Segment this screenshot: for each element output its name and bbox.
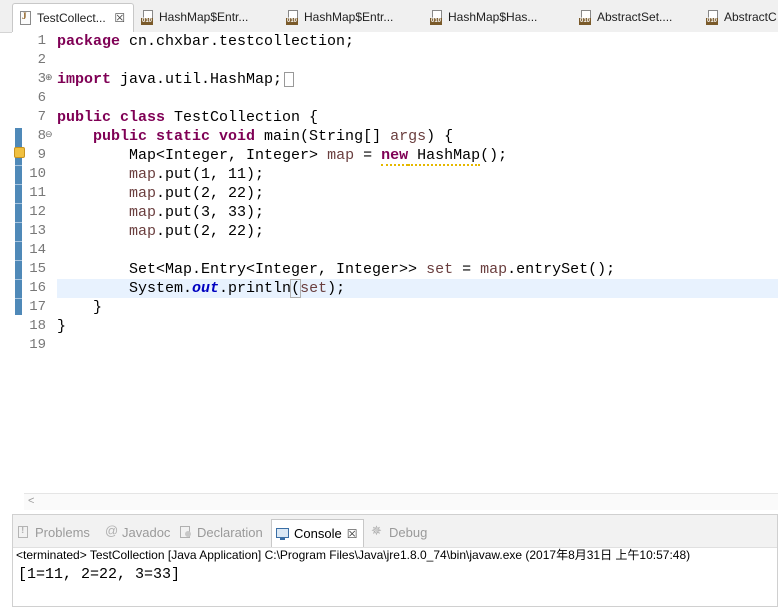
tab-testcollection[interactable]: TestCollect... ☒ <box>12 3 134 32</box>
editor-tab-bar: TestCollect... ☒ HashMap$Entr... HashMap… <box>0 0 778 33</box>
tab-problems[interactable]: Problems <box>17 523 90 541</box>
tab-label: TestCollect... <box>37 11 106 25</box>
tab-console[interactable]: Console ☒ <box>271 519 365 547</box>
code-line: package cn.chxbar.testcollection; <box>57 33 355 50</box>
class-file-icon <box>141 9 155 25</box>
tab-hashmap-hash[interactable]: HashMap$Has... <box>430 6 537 28</box>
horizontal-scrollbar[interactable]: < <box>24 493 778 510</box>
current-code-line: System.out.println(set); <box>57 279 778 298</box>
class-file-icon <box>706 9 720 25</box>
java-file-icon <box>20 11 31 25</box>
line-number: 12 <box>29 204 46 220</box>
tab-label: HashMap$Entr... <box>304 10 394 24</box>
tab-label: HashMap$Entr... <box>159 10 249 24</box>
code-line: Map<Integer, Integer> map = new HashMap(… <box>129 147 508 166</box>
javadoc-icon <box>104 523 118 539</box>
code-area[interactable]: package cn.chxbar.testcollection; import… <box>57 32 778 355</box>
tab-javadoc[interactable]: Javadoc <box>104 523 170 541</box>
code-line: } <box>57 318 67 335</box>
code-line: map.put(2, 22); <box>129 185 265 202</box>
tab-label: AbstractSet.... <box>597 10 673 24</box>
close-console-icon[interactable]: ☒ <box>347 527 358 541</box>
line-number: 15 <box>29 261 46 277</box>
expand-fold-icon[interactable]: ⊕ <box>45 73 53 82</box>
line-number: 16 <box>29 280 46 296</box>
warning-icon[interactable] <box>14 147 25 158</box>
code-line: map.put(1, 11); <box>129 166 265 183</box>
class-file-icon <box>430 9 444 25</box>
code-line: Set<Map.Entry<Integer, Integer>> set = m… <box>129 261 616 278</box>
tab-hashmap-entry-1[interactable]: HashMap$Entr... <box>141 6 248 28</box>
class-file-icon <box>579 9 593 25</box>
line-number: 2 <box>37 52 46 68</box>
tab-abstractset[interactable]: AbstractSet.... <box>579 6 672 28</box>
panel-tab-bar: Problems Javadoc Declaration Console ☒ D… <box>13 515 777 548</box>
close-tab-icon[interactable]: ☒ <box>114 11 126 25</box>
tab-label: AbstractC <box>724 10 777 24</box>
line-number: 19 <box>29 337 46 353</box>
code-line: import java.util.HashMap; <box>57 70 778 89</box>
code-line: public static void main(String[] args) { <box>93 128 454 145</box>
collapsed-imports-marker[interactable] <box>284 71 295 87</box>
line-number: 10 <box>29 166 46 182</box>
console-icon <box>276 527 290 541</box>
line-numbers: 1 2 3 6 7 8 9 10 11 12 13 14 15 16 17 18… <box>28 32 46 355</box>
console-panel: Problems Javadoc Declaration Console ☒ D… <box>12 514 778 607</box>
scroll-left-arrow-icon[interactable]: < <box>28 495 34 507</box>
line-number: 13 <box>29 223 46 239</box>
code-line: map.put(3, 33); <box>129 204 265 221</box>
tab-declaration[interactable]: Declaration <box>179 523 263 541</box>
code-line: public class TestCollection { <box>57 109 319 126</box>
tab-debug[interactable]: Debug <box>371 523 427 541</box>
collapse-fold-icon[interactable]: ⊖ <box>45 130 53 139</box>
line-number: 11 <box>29 185 46 201</box>
problems-icon <box>17 525 31 539</box>
line-number: 3 <box>37 71 46 87</box>
debug-icon <box>371 523 385 539</box>
console-status-line: <terminated> TestCollection [Java Applic… <box>16 548 691 562</box>
line-number: 18 <box>29 318 46 334</box>
line-number: 14 <box>29 242 46 258</box>
line-number: 9 <box>37 147 46 163</box>
tab-hashmap-entry-2[interactable]: HashMap$Entr... <box>286 6 393 28</box>
console-output[interactable]: [1=11, 2=22, 3=33] <box>18 566 180 583</box>
line-number: 17 <box>29 299 46 315</box>
declaration-icon <box>179 525 193 539</box>
code-line: map.put(2, 22); <box>129 223 265 240</box>
class-file-icon <box>286 9 300 25</box>
code-editor[interactable]: 1 2 3 6 7 8 9 10 11 12 13 14 15 16 17 18… <box>12 32 778 510</box>
code-line: } <box>93 299 103 316</box>
tab-abstractcollection[interactable]: AbstractC <box>706 6 777 28</box>
line-number: 6 <box>37 90 46 106</box>
line-number: 8 <box>37 128 46 144</box>
tab-label: HashMap$Has... <box>448 10 538 24</box>
line-number: 1 <box>37 33 46 49</box>
line-number: 7 <box>37 109 46 125</box>
